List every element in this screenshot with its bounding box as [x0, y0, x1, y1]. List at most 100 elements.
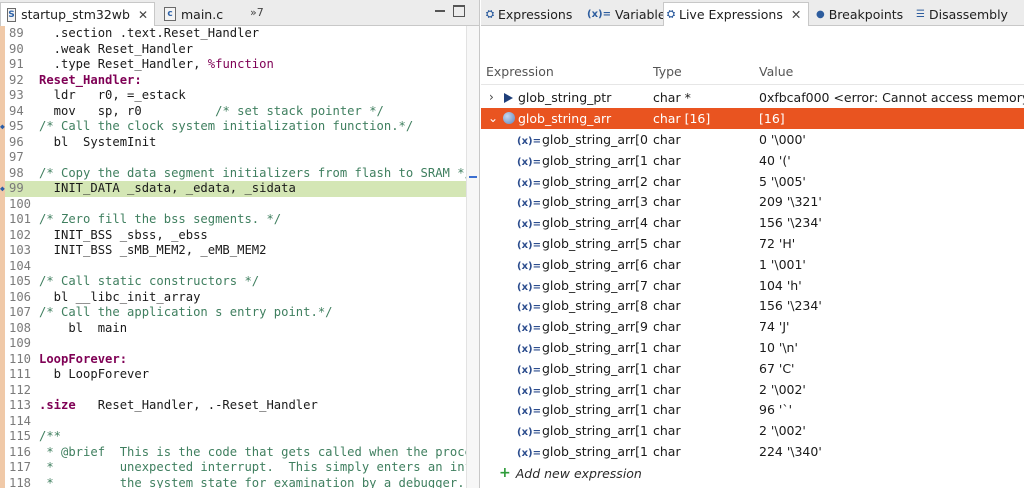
element-type: char — [653, 381, 681, 397]
array-element-row[interactable]: (x)=glob_string_arr[9] char 74 'J' — [481, 316, 1024, 337]
code-line[interactable]: 93 ldr r0, =_estack — [0, 88, 466, 104]
array-element-row[interactable]: (x)=glob_string_arr[13] char 96 '`' — [481, 399, 1024, 420]
code-area[interactable]: 89 .section .text.Reset_Handler 90 .weak … — [0, 26, 479, 488]
tab-variables[interactable]: (x)= Variables — [584, 2, 672, 26]
array-element-row[interactable]: (x)=glob_string_arr[7] char 104 'h' — [481, 275, 1024, 296]
array-element-row[interactable]: (x)=glob_string_arr[5] char 72 'H' — [481, 233, 1024, 254]
expression-row-selected[interactable]: ⌄ glob_string_arr char [16] [16] — [481, 108, 1024, 129]
tab-main-c[interactable]: c main.c — [158, 2, 250, 26]
array-element-row[interactable]: (x)=glob_string_arr[14] char 2 '\002' — [481, 420, 1024, 441]
close-icon[interactable]: ✕ — [138, 8, 148, 22]
array-element-row[interactable]: (x)=glob_string_arr[6] char 1 '\001' — [481, 254, 1024, 275]
overview-ruler[interactable] — [466, 26, 479, 488]
add-new-expression[interactable]: + Add new expression — [499, 465, 642, 481]
array-element-row[interactable]: (x)=glob_string_arr[10] char 10 '\n' — [481, 337, 1024, 358]
code-editor[interactable]: S startup_stm32wb ✕ c main.c »7 89 .sect… — [0, 0, 480, 488]
code-line[interactable]: 116 * @brief This is the code that gets … — [0, 444, 479, 460]
code-line[interactable]: 110 LoopForever: — [0, 351, 466, 367]
code-token: bl main — [39, 320, 128, 335]
code-line[interactable]: 89 .section .text.Reset_Handler — [0, 26, 466, 42]
live-expressions-icon: ⛭ — [667, 9, 675, 20]
line-number: 94 — [9, 103, 24, 118]
array-element-row[interactable]: (x)=glob_string_arr[4] char 156 '\234' — [481, 212, 1024, 233]
element-name: glob_string_arr[4] — [541, 215, 648, 231]
code-line[interactable]: ◆ 95 /* Call the clock system initializati… — [0, 119, 466, 135]
code-line[interactable]: 118 * the system state for examination b… — [0, 475, 466, 488]
code-line[interactable]: 98 /* Copy the data segment initializers … — [0, 165, 472, 181]
line-number: 89 — [9, 26, 24, 40]
element-value: 2 '\002' — [759, 423, 806, 439]
change-marker — [0, 460, 5, 476]
code-line[interactable]: 92 Reset_Handler: — [0, 72, 466, 88]
array-element-row[interactable]: (x)=glob_string_arr[0] char 0 '\000' — [481, 129, 1024, 150]
code-line[interactable]: 107 /* Call the application s entry point… — [0, 305, 466, 321]
code-line[interactable]: 103 INIT_BSS _sMB_MEM2, _eMB_MEM2 — [0, 243, 466, 259]
element-type: char — [653, 132, 681, 147]
code-line[interactable]: 94 mov sp, r0 /* set stack pointer */ — [0, 103, 466, 119]
code-line[interactable]: 102 INIT_BSS _sbss, _ebss — [0, 227, 466, 243]
code-line[interactable]: 96 bl SystemInit — [0, 134, 466, 150]
line-number: 114 — [9, 413, 32, 428]
minimize-icon[interactable] — [434, 5, 446, 17]
line-number: 113 — [9, 398, 32, 412]
tab-startup-stm32wb[interactable]: S startup_stm32wb ✕ — [0, 2, 155, 26]
element-type: char — [653, 319, 681, 335]
code-line[interactable]: 100 — [0, 196, 466, 212]
code-line[interactable]: 109 — [0, 336, 466, 352]
column-header-value[interactable]: Value — [759, 64, 793, 79]
change-marker — [0, 165, 5, 181]
code-line[interactable]: ◆ 99 INIT_DATA _sdata, _edata, _sidata — [0, 181, 466, 197]
line-text: /* Call static constructors */ — [39, 274, 259, 290]
code-line[interactable]: 112 — [0, 382, 466, 398]
code-line[interactable]: 111 b LoopForever — [0, 367, 466, 383]
code-line[interactable]: 105 /* Call static constructors */ — [0, 274, 466, 290]
line-number: 98 — [9, 165, 24, 180]
element-name-cell: (x)=glob_string_arr[13] — [481, 399, 648, 422]
annotation-marker-icon[interactable]: ◆ — [0, 123, 8, 131]
tab-disassembly[interactable]: ☰ Disassembly — [913, 2, 1008, 26]
element-type: char — [653, 402, 681, 418]
overview-ruler-marker[interactable] — [469, 176, 477, 178]
code-line[interactable]: 97 — [0, 150, 466, 166]
change-marker — [0, 57, 5, 73]
column-header-type[interactable]: Type — [653, 64, 682, 79]
array-element-row[interactable]: (x)=glob_string_arr[1] char 40 '(' — [481, 150, 1024, 171]
element-value: 0 '\000' — [759, 132, 806, 147]
element-name-cell: (x)=glob_string_arr[12] — [481, 379, 648, 402]
code-line[interactable]: 104 — [0, 258, 466, 274]
maximize-icon[interactable] — [453, 5, 465, 17]
code-line[interactable]: 115 /** — [0, 429, 466, 445]
change-marker — [0, 351, 5, 367]
element-type: char — [653, 152, 681, 168]
code-line[interactable]: 117 * unexpected interrupt. This simply … — [0, 460, 479, 476]
breakpoints-icon: ● — [816, 8, 825, 20]
array-element-row[interactable]: (x)=glob_string_arr[8] char 156 '\234' — [481, 295, 1024, 316]
tab-overflow-indicator[interactable]: »7 — [250, 6, 264, 19]
code-line[interactable]: 91 .type Reset_Handler, %function — [0, 57, 466, 73]
line-number: 99 — [9, 181, 24, 195]
tab-label: Breakpoints — [828, 6, 904, 22]
expression-row[interactable]: › glob_string_ptr char * 0xfbcaf000 <err… — [481, 87, 1024, 108]
change-marker — [0, 274, 5, 290]
array-element-row[interactable]: (x)=glob_string_arr[2] char 5 '\005' — [481, 171, 1024, 192]
array-element-row[interactable]: (x)=glob_string_arr[11] char 67 'C' — [481, 358, 1024, 379]
code-line[interactable]: 101 /* Zero fill the bss segments. */ — [0, 212, 466, 228]
code-line[interactable]: 114 — [0, 413, 466, 429]
array-element-row[interactable]: (x)=glob_string_arr[3] char 209 '\321' — [481, 191, 1024, 212]
code-line[interactable]: 106 bl __libc_init_array — [0, 289, 466, 305]
annotation-marker-icon[interactable]: ◆ — [0, 185, 8, 193]
column-header-expression[interactable]: Expression — [486, 64, 554, 79]
element-name-cell: (x)=glob_string_arr[3] — [481, 191, 648, 214]
code-line[interactable]: 113 .size Reset_Handler, .-Reset_Handler — [0, 398, 466, 414]
code-line[interactable]: 108 bl main — [0, 320, 466, 336]
tab-live-expressions[interactable]: ⛭ Live Expressions ✕ — [663, 2, 809, 26]
close-icon[interactable]: ✕ — [791, 7, 801, 22]
tab-breakpoints[interactable]: ● Breakpoints — [813, 2, 903, 26]
line-number: 102 — [9, 227, 32, 242]
array-element-row[interactable]: (x)=glob_string_arr[12] char 2 '\002' — [481, 379, 1024, 400]
array-element-row[interactable]: (x)=glob_string_arr[15] char 224 '\340' — [481, 441, 1024, 462]
code-line[interactable]: 90 .weak Reset_Handler — [0, 41, 466, 57]
element-value: 10 '\n' — [759, 340, 798, 355]
tab-expressions[interactable]: ⛭ Expressions — [483, 2, 572, 26]
code-token: Reset_Handler, .-Reset_Handler — [75, 398, 318, 412]
